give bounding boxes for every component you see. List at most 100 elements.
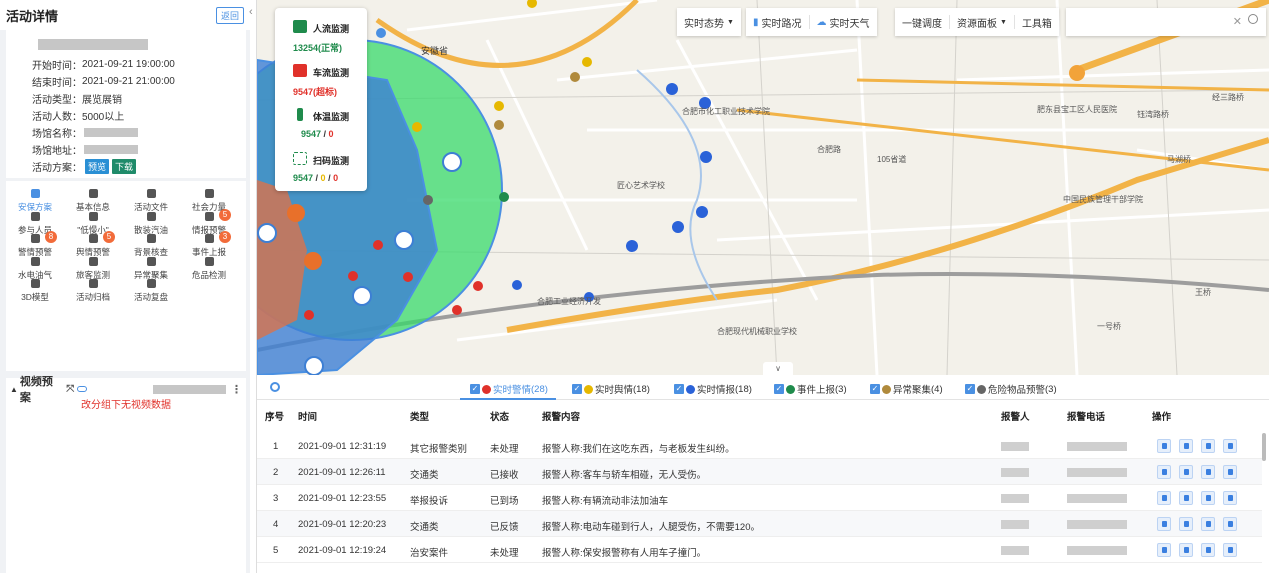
function-file[interactable]: 活动文件 bbox=[122, 189, 180, 213]
dispatch-icon[interactable] bbox=[1179, 517, 1193, 531]
function-fuel[interactable]: 散装汽油 bbox=[122, 211, 180, 236]
people-icon[interactable] bbox=[1223, 465, 1237, 479]
function-utility[interactable]: 水电油气 bbox=[6, 256, 64, 281]
function-model[interactable]: 3D模型 bbox=[6, 279, 64, 303]
tools-toolbar: 一键调度 资源面板 ▼ 工具箱 bbox=[895, 8, 1059, 36]
collapse-handle[interactable]: ‹ bbox=[249, 0, 257, 573]
checkbox-icon[interactable]: ✓ bbox=[674, 384, 684, 394]
group-select-redacted[interactable] bbox=[152, 384, 226, 394]
clear-icon[interactable]: ✕ bbox=[1233, 15, 1242, 28]
link-icon[interactable] bbox=[77, 386, 87, 392]
table-scrollbar[interactable] bbox=[1262, 433, 1266, 461]
chevron-down-icon: ∨ bbox=[775, 364, 781, 373]
tab-5[interactable]: ✓ 危险物品预警 (3) bbox=[965, 382, 1057, 396]
phone-redacted bbox=[1067, 519, 1127, 529]
cell-status: 未处理 bbox=[490, 444, 519, 455]
dispatch-icon[interactable] bbox=[1179, 491, 1193, 505]
dispatch-icon[interactable] bbox=[1179, 465, 1193, 479]
fuel-icon bbox=[146, 211, 156, 221]
function-archive[interactable]: 活动归档 bbox=[64, 279, 122, 303]
function-crowd[interactable]: 异常聚集 bbox=[122, 256, 180, 281]
cell-content: 报警人称:电动车碰到行人，人腿受伤，不需要120。 bbox=[542, 522, 760, 533]
cell-status: 已到场 bbox=[490, 496, 519, 507]
settings-icon[interactable] bbox=[270, 382, 280, 392]
locate-icon[interactable] bbox=[1157, 465, 1171, 479]
checkbox-icon[interactable]: ✓ bbox=[470, 384, 480, 394]
count-badge: 5 bbox=[103, 231, 115, 243]
event-name-redacted bbox=[38, 39, 148, 50]
function-social-force[interactable]: 社会力量 bbox=[180, 189, 238, 213]
dispatch-button[interactable]: 一键调度 bbox=[895, 15, 950, 30]
table-row[interactable]: 4 2021-09-01 12:20:23 交通类 已反馈 报警人称:电动车碰到行人，人… bbox=[257, 511, 1262, 537]
panel-toggle[interactable]: ∨ bbox=[763, 362, 793, 376]
locate-icon[interactable] bbox=[1157, 517, 1171, 531]
people-icon[interactable] bbox=[1223, 491, 1237, 505]
table-row[interactable]: 1 2021-09-01 12:31:19 其它报警类别 未处理 报警人称:我们在这吃东… bbox=[257, 433, 1262, 459]
cell-time: 2021-09-01 12:19:24 bbox=[298, 545, 387, 556]
function-security-plan[interactable]: 安保方案 bbox=[6, 189, 64, 213]
toolbox-button[interactable]: 工具箱 bbox=[1015, 15, 1059, 30]
map-view[interactable]: 安徽省 合肥市化工职业技术学院 匠心艺术学校 中国民族管理干部学院 合肥工业经济… bbox=[257, 0, 1269, 375]
people-icon[interactable] bbox=[1223, 543, 1237, 557]
tab-4[interactable]: ✓ 异常聚集 (4) bbox=[870, 382, 943, 396]
detail-icon[interactable] bbox=[1201, 517, 1215, 531]
function-warning[interactable]: 危品检测 bbox=[180, 256, 238, 281]
locate-icon[interactable] bbox=[1157, 491, 1171, 505]
more-icon[interactable]: ⋮ bbox=[231, 383, 242, 396]
detail-icon[interactable] bbox=[1201, 543, 1215, 557]
search-input[interactable] bbox=[1072, 8, 1232, 34]
people-icon[interactable] bbox=[1223, 439, 1237, 453]
tab-0[interactable]: ✓ 实时警情 (28) bbox=[470, 382, 548, 396]
checkbox-icon[interactable]: ✓ bbox=[774, 384, 784, 394]
checkbox-icon[interactable]: ✓ bbox=[572, 384, 582, 394]
back-button[interactable]: 返回 bbox=[215, 6, 244, 24]
cell-content: 报警人称:我们在这吃东西，与老板发生纠纷。 bbox=[542, 444, 735, 455]
preview-button[interactable]: 预览 bbox=[85, 159, 110, 174]
checkbox-icon[interactable]: ✓ bbox=[870, 384, 880, 394]
function-public-opinion[interactable]: 舆情预警 5 bbox=[64, 231, 122, 258]
locate-icon[interactable] bbox=[1157, 543, 1171, 557]
stat-vehicle[interactable]: 车流监测 9547(超标) bbox=[275, 64, 367, 98]
locate-icon[interactable] bbox=[1157, 439, 1171, 453]
people-icon[interactable] bbox=[1223, 517, 1237, 531]
function-report[interactable]: 事件上报 3 bbox=[180, 231, 238, 258]
tab-2[interactable]: ✓ 实时情报 (18) bbox=[674, 382, 752, 396]
caret-down-icon: ▼ bbox=[1000, 18, 1007, 26]
download-button[interactable]: 下载 bbox=[112, 159, 137, 174]
detail-icon[interactable] bbox=[1201, 439, 1215, 453]
checkbox-icon[interactable]: ✓ bbox=[965, 384, 975, 394]
caret-icon[interactable]: ▲ bbox=[10, 385, 18, 394]
stat-people[interactable]: 人流监测 13254(正常) bbox=[275, 20, 367, 54]
stat-temperature[interactable]: 体温监测 9547 / 0 bbox=[275, 108, 367, 139]
cell-status: 已反馈 bbox=[490, 522, 519, 533]
legend-dot bbox=[686, 384, 695, 394]
function-passenger[interactable]: 旅客监测 bbox=[64, 256, 122, 281]
expand-icon[interactable]: ⤧ bbox=[66, 384, 74, 395]
stat-scan[interactable]: 扫码监测 9547 / 0 / 0 bbox=[275, 152, 367, 183]
svg-text:合肥市化工职业技术学院: 合肥市化工职业技术学院 bbox=[682, 106, 770, 116]
function-review[interactable]: 活动复盘 bbox=[122, 279, 180, 303]
cell-content: 报警人称:有辆流动非法加油车 bbox=[542, 496, 669, 507]
situation-dropdown[interactable]: 实时态势 ▼ bbox=[677, 15, 741, 30]
table-row[interactable]: 5 2021-09-01 12:19:24 治安案件 未处理 报警人称:保安报警称有人用… bbox=[257, 537, 1262, 563]
detail-icon[interactable] bbox=[1201, 491, 1215, 505]
function-info[interactable]: 基本信息 bbox=[64, 189, 122, 213]
table-row[interactable]: 2 2021-09-01 12:26:11 交通类 已接收 报警人称:客车与轿车相碰，无… bbox=[257, 459, 1262, 485]
tab-1[interactable]: ✓ 实时舆情 (18) bbox=[572, 382, 650, 396]
left-panel: 活动详情 返回 开始时间： 2021-09-21 19:00:00 结束时间： 20… bbox=[0, 0, 250, 573]
function-alarm[interactable]: 警情预警 8 bbox=[6, 231, 64, 258]
function-check[interactable]: 背景核查 bbox=[122, 234, 180, 258]
dispatch-icon[interactable] bbox=[1179, 543, 1193, 557]
tab-3[interactable]: ✓ 事件上报 (3) bbox=[774, 382, 847, 396]
table-row[interactable]: 3 2021-09-01 12:23:55 举报投诉 已到场 报警人称:有辆流动非法加油… bbox=[257, 485, 1262, 511]
cloud-icon: ☁ bbox=[816, 16, 827, 28]
dispatch-icon[interactable] bbox=[1179, 439, 1193, 453]
traffic-button[interactable]: ▮ 实时路况 bbox=[746, 15, 810, 30]
check-icon bbox=[146, 234, 156, 243]
weather-button[interactable]: ☁ 实时天气 bbox=[810, 15, 877, 30]
detail-icon[interactable] bbox=[1201, 465, 1215, 479]
search-icon[interactable] bbox=[1248, 14, 1258, 24]
col-header: 状态 bbox=[490, 412, 510, 423]
reporter-redacted bbox=[1001, 441, 1029, 451]
resource-dropdown[interactable]: 资源面板 ▼ bbox=[950, 15, 1015, 30]
